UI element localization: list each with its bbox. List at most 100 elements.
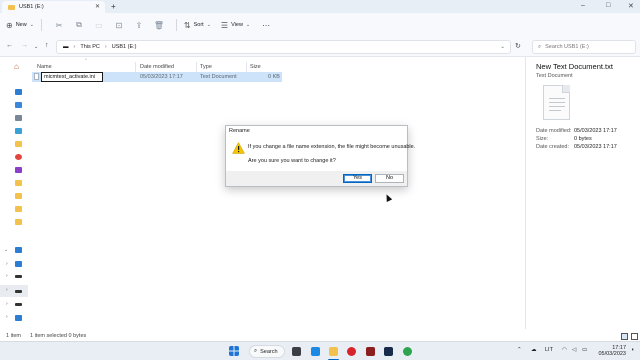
expand-chevron-icon[interactable]: › xyxy=(6,287,8,293)
address-row: ← → ⌄ ↑ ▬ › This PC › USB1 (E:) ⌄ ↻ ⌕ Se… xyxy=(0,37,640,57)
search-placeholder: Search USB1 (E:) xyxy=(545,44,589,50)
powershell-icon[interactable] xyxy=(384,347,393,356)
share-icon[interactable]: ⇪ xyxy=(129,21,149,30)
breadcrumb-chevron-icon: › xyxy=(73,44,76,50)
file-date: 05/03/2023 17:17 xyxy=(140,74,183,80)
this-pc-icon[interactable] xyxy=(15,247,22,253)
table-row[interactable]: micmtest_activate.ini 05/03/2023 17:17 T… xyxy=(32,72,282,82)
refresh-icon[interactable]: ↻ xyxy=(515,42,521,50)
prop-value: 0 bytes xyxy=(574,136,592,142)
folder-icon[interactable] xyxy=(15,206,22,212)
details-view-icon[interactable] xyxy=(621,333,628,340)
maximize-button[interactable]: □ xyxy=(606,2,610,9)
opera-icon[interactable] xyxy=(347,347,356,356)
rename-dialog: Rename If you change a file name extensi… xyxy=(225,125,415,187)
close-button[interactable]: ✕ xyxy=(628,2,634,10)
file-list: ^ Name Date modified Type Size micmtest_… xyxy=(28,57,525,329)
pictures-icon[interactable] xyxy=(15,128,22,134)
tiles-view-icon[interactable] xyxy=(631,333,638,340)
expand-chevron-icon[interactable]: › xyxy=(6,273,8,279)
breadcrumb-this-pc[interactable]: This PC xyxy=(80,44,100,50)
column-separator xyxy=(135,62,136,72)
warning-icon xyxy=(232,142,245,154)
dialog-title: Rename xyxy=(226,126,407,137)
expand-chevron-icon[interactable]: › xyxy=(6,261,8,267)
cut-icon[interactable]: ✂ xyxy=(49,21,69,30)
prop-value: 05/03/2023 17:17 xyxy=(574,144,617,150)
drive-icon[interactable] xyxy=(15,261,22,267)
music-icon[interactable] xyxy=(15,154,22,160)
column-date-modified[interactable]: Date modified xyxy=(140,64,174,70)
copy-icon[interactable]: ⧉ xyxy=(69,20,89,30)
divider xyxy=(40,19,42,31)
windows-start-icon[interactable] xyxy=(229,346,239,356)
chevron-down-icon: ⌄ xyxy=(245,22,251,28)
column-type[interactable]: Type xyxy=(200,64,212,70)
back-arrow-icon[interactable]: ← xyxy=(6,42,13,49)
prop-value: 05/03/2023 17:17 xyxy=(574,128,617,134)
desktop-icon[interactable] xyxy=(15,89,22,95)
drive-icon[interactable] xyxy=(15,303,22,306)
new-tab-button[interactable]: + xyxy=(111,2,116,11)
expand-chevron-icon[interactable]: › xyxy=(6,301,8,307)
app-icon[interactable] xyxy=(366,347,375,356)
network-icon[interactable] xyxy=(15,315,22,321)
nav-selected-usb1[interactable] xyxy=(0,285,28,297)
tab-close-icon[interactable]: ✕ xyxy=(95,3,100,10)
tab-usb1[interactable]: USB1 (E:) ✕ xyxy=(2,1,105,13)
expand-chevron-icon[interactable]: ⌄ xyxy=(4,247,8,253)
task-view-icon[interactable] xyxy=(292,347,301,356)
breadcrumb-usb1[interactable]: USB1 (E:) xyxy=(112,44,137,50)
battery-icon[interactable]: ▭ xyxy=(582,347,587,353)
address-dropdown-icon[interactable]: ⌄ xyxy=(500,44,505,50)
onedrive-icon[interactable]: ☁ xyxy=(531,347,537,353)
sort-up-icon: ^ xyxy=(85,57,87,62)
new-button[interactable]: ⊕ New ⌄ xyxy=(6,21,34,30)
folder-icon[interactable] xyxy=(15,141,22,147)
up-arrow-icon[interactable]: ↑ xyxy=(45,42,49,49)
tray-chevron-icon[interactable]: ⌃ xyxy=(517,347,522,353)
language-indicator[interactable]: LIT xyxy=(545,347,553,353)
new-label: New xyxy=(15,22,27,28)
column-name[interactable]: Name xyxy=(37,64,52,70)
file-explorer-icon[interactable] xyxy=(329,347,338,356)
dialog-body: If you change a file name extension, the… xyxy=(226,137,415,171)
folder-icon[interactable] xyxy=(15,180,22,186)
rename-input[interactable]: micmtest_activate.ini xyxy=(41,72,103,82)
documents-icon[interactable] xyxy=(15,115,22,121)
minimize-button[interactable]: – xyxy=(581,2,585,9)
recent-chevron-icon[interactable]: ⌄ xyxy=(34,44,38,50)
folder-icon[interactable] xyxy=(15,193,22,199)
dialog-question: Are you sure you want to change it? xyxy=(248,158,336,164)
downloads-icon[interactable] xyxy=(15,102,22,108)
sort-button[interactable]: ⇅ Sort ⌄ xyxy=(184,21,211,30)
delete-icon[interactable]: 🗑 xyxy=(149,21,169,30)
no-button[interactable]: No xyxy=(375,174,404,183)
rename-icon[interactable]: ⊡ xyxy=(109,21,129,30)
expand-chevron-icon[interactable]: › xyxy=(6,314,8,320)
clock[interactable]: 17:17 05/03/2023 xyxy=(596,345,626,357)
search-icon: ⌕ xyxy=(254,348,258,354)
usb-drive-icon[interactable] xyxy=(15,290,22,293)
volume-icon[interactable]: ◁ xyxy=(572,347,576,353)
videos-icon[interactable] xyxy=(15,167,22,173)
folder-icon[interactable] xyxy=(15,219,22,225)
view-button[interactable]: ☰ View ⌄ xyxy=(221,21,250,30)
taskbar-search[interactable]: ⌕ Search xyxy=(249,345,285,358)
paste-icon[interactable]: ▭ xyxy=(89,21,109,30)
search-input[interactable]: ⌕ Search USB1 (E:) xyxy=(532,40,636,54)
yes-button[interactable]: Yes xyxy=(343,174,372,183)
forward-arrow-icon[interactable]: → xyxy=(21,42,28,49)
chrome-icon[interactable] xyxy=(403,347,412,356)
address-bar[interactable]: ▬ › This PC › USB1 (E:) ⌄ xyxy=(56,40,511,54)
app-icon[interactable] xyxy=(311,347,320,356)
notification-icon[interactable]: ◖ xyxy=(631,347,634,353)
wifi-icon[interactable]: ◠ xyxy=(562,347,567,353)
file-type: Text Document xyxy=(200,74,237,80)
sort-icon: ⇅ xyxy=(183,20,191,30)
column-size[interactable]: Size xyxy=(250,64,261,70)
drive-icon[interactable] xyxy=(15,275,22,278)
more-options-button[interactable]: ··· xyxy=(262,21,270,30)
home-icon[interactable]: ⌂ xyxy=(14,62,21,71)
details-title: New Text Document.txt xyxy=(536,62,613,71)
